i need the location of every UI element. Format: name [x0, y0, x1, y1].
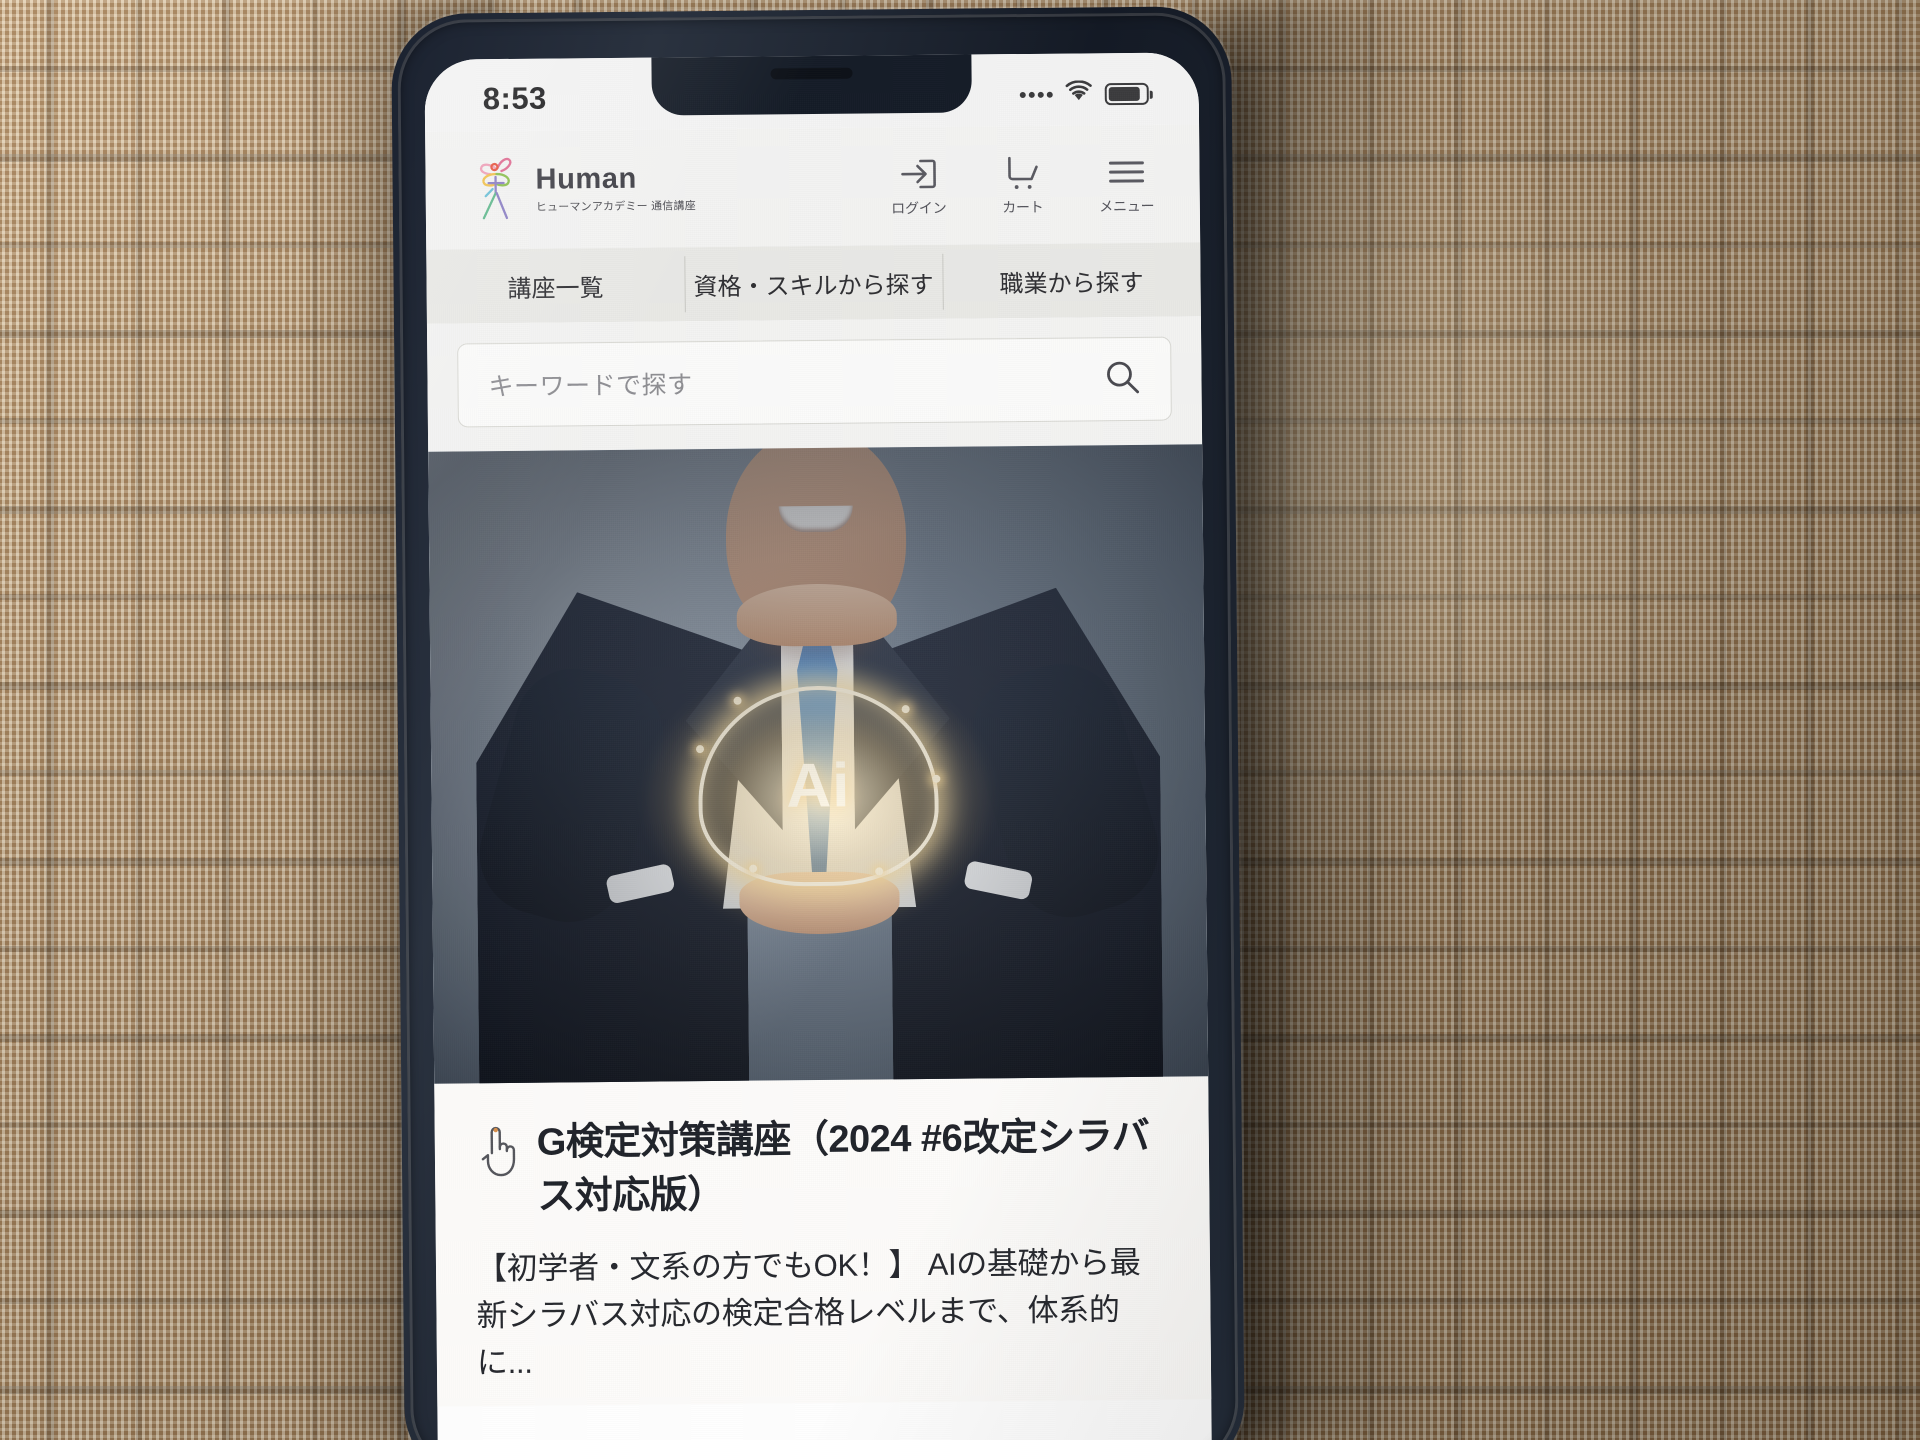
- search-icon[interactable]: [1100, 354, 1144, 403]
- header-actions: ログイン カート メニュー: [881, 152, 1164, 218]
- nav-tab-search-by-skill[interactable]: 資格・スキルから探す: [684, 245, 943, 321]
- phone-shadow-right: [1215, 0, 1445, 1440]
- brand-logo[interactable]: Human ヒューマンアカデミー 通信講座: [467, 153, 696, 226]
- device-notch: [650, 52, 972, 116]
- search-section: キーワードで探す: [426, 316, 1203, 452]
- status-clock: 8:53: [482, 80, 547, 117]
- login-icon: [898, 154, 938, 192]
- phone-screen: 8:53 Human ヒューマンアカデミー 通信講座 ログイン カート メニュー…: [424, 52, 1213, 1440]
- hero-vignette: [428, 444, 1209, 1084]
- nav-tab-search-by-job[interactable]: 職業から探す: [942, 242, 1201, 318]
- search-field[interactable]: キーワードで探す: [457, 336, 1172, 428]
- signal-dots-icon: [1019, 91, 1053, 98]
- menu-button[interactable]: メニュー: [1089, 152, 1164, 216]
- brand-name: Human: [535, 162, 638, 196]
- search-input-placeholder[interactable]: キーワードで探す: [488, 365, 692, 403]
- course-description: 【初学者・文系の方でもOK！】 AIの基礎から最新シラバス対応の検定合格レベルま…: [475, 1244, 1141, 1381]
- course-title-row: G検定対策講座（2024 #6改定シラバス対応版）: [475, 1111, 1170, 1226]
- battery-icon: [1104, 82, 1149, 105]
- brand-subtitle: ヒューマンアカデミー 通信講座: [535, 199, 696, 214]
- human-academy-figure-logo: [467, 154, 526, 226]
- wifi-icon: [1064, 80, 1094, 107]
- nav-tab-course-list[interactable]: 講座一覧: [426, 247, 685, 323]
- login-label: ログイン: [891, 199, 947, 216]
- login-button[interactable]: ログイン: [881, 154, 956, 218]
- status-bar: 8:53: [424, 52, 1200, 132]
- menu-label: メニュー: [1099, 197, 1155, 214]
- cart-icon: [1002, 153, 1042, 191]
- cart-button[interactable]: カート: [985, 153, 1060, 217]
- background-scene: 8:53 Human ヒューマンアカデミー 通信講座 ログイン カート メニュー…: [0, 0, 1920, 1440]
- hero-image[interactable]: Ai: [428, 444, 1209, 1084]
- cart-label: カート: [1002, 198, 1044, 215]
- course-card[interactable]: G検定対策講座（2024 #6改定シラバス対応版） 【初学者・文系の方でもOK！…: [434, 1076, 1212, 1407]
- hand-pointer-icon: [475, 1123, 522, 1184]
- primary-nav: 講座一覧 資格・スキルから探す 職業から探す: [426, 242, 1201, 324]
- menu-icon: [1106, 152, 1146, 190]
- brand-text: Human ヒューマンアカデミー 通信講座: [535, 163, 696, 214]
- site-header: Human ヒューマンアカデミー 通信講座 ログイン カート メニュー: [425, 124, 1201, 250]
- earpiece-speaker: [770, 67, 853, 80]
- status-indicators: [1019, 80, 1149, 108]
- course-title: G検定対策講座（2024 #6改定シラバス対応版）: [536, 1115, 1150, 1218]
- smartphone-device: 8:53 Human ヒューマンアカデミー 通信講座 ログイン カート メニュー…: [390, 6, 1246, 1440]
